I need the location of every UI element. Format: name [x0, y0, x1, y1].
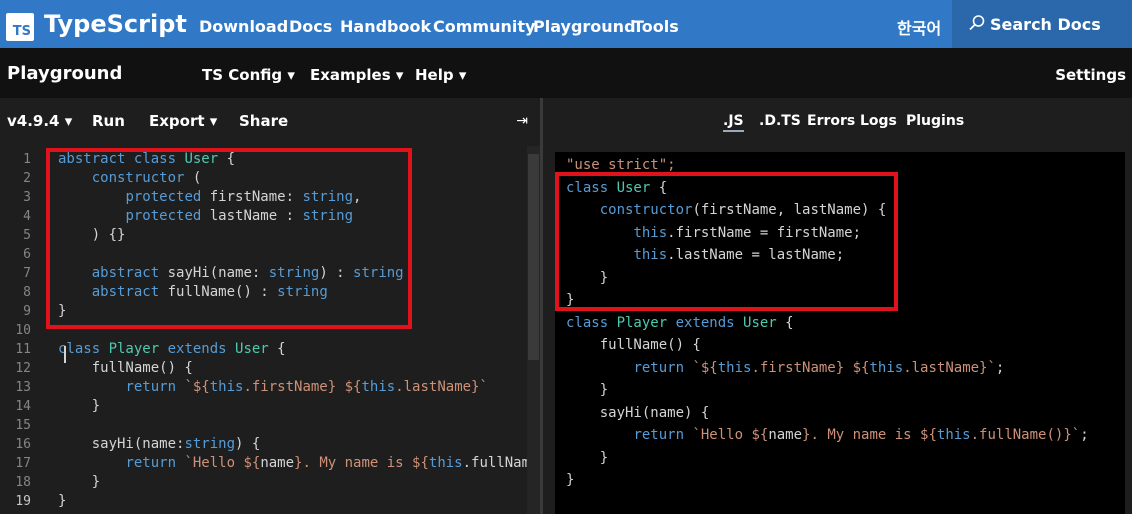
tab-logs[interactable]: Logs — [860, 113, 897, 129]
line-number: 18 — [15, 475, 31, 490]
editor-line-14: } — [58, 398, 101, 414]
line-number: 13 — [15, 380, 31, 395]
line-number: 15 — [15, 418, 31, 433]
nav-download[interactable]: Download — [199, 17, 288, 36]
tab-dts[interactable]: .D.TS — [759, 113, 801, 129]
examples-menu[interactable]: Examples ▾ — [310, 66, 403, 84]
line-number: 10 — [15, 323, 31, 338]
line-number: 12 — [15, 361, 31, 376]
playground-bar: Playground TS Config ▾ Examples ▾ Help ▾… — [0, 48, 1132, 98]
line-number: 1 — [23, 152, 31, 167]
editor-line-18: } — [58, 474, 101, 490]
line-number: 11 — [15, 342, 31, 357]
line-number: 16 — [15, 437, 31, 452]
search-label: Search Docs — [990, 15, 1101, 34]
editor-line-13: return `${this.firstName} ${this.lastNam… — [125, 379, 488, 395]
line-number: 9 — [23, 304, 31, 319]
line-number: 7 — [23, 266, 31, 281]
output-line-14: } — [566, 449, 609, 466]
tab-errors[interactable]: Errors — [807, 113, 855, 129]
output-tabs: .JS .D.TS Errors Logs Plugins — [543, 98, 1132, 146]
typescript-logo[interactable]: TS — [6, 13, 34, 41]
output-line-13: return `Hello ${name}. My name is ${this… — [633, 427, 1089, 443]
examples-label: Examples — [310, 66, 391, 84]
highlight-box-output — [555, 172, 898, 311]
line-number: 8 — [23, 285, 31, 300]
search-icon — [969, 15, 985, 31]
share-button[interactable]: Share — [239, 112, 288, 130]
chevron-down-icon: ▾ — [287, 66, 295, 84]
brand-name[interactable]: TypeScript — [44, 10, 187, 38]
line-number: 17 — [15, 456, 31, 471]
search-docs-button[interactable]: Search Docs — [952, 0, 1132, 48]
collapse-panel-icon[interactable]: ⇥ — [516, 112, 528, 129]
chevron-down-icon: ▾ — [395, 66, 404, 84]
nav-playground[interactable]: Playground — [533, 17, 636, 36]
highlight-box-editor — [46, 148, 412, 329]
output-line-15: } — [566, 472, 575, 488]
pane-splitter[interactable] — [540, 98, 543, 514]
output-line-8: class Player extends User { — [566, 314, 794, 331]
line-number-gutter: 1 2 3 4 5 6 7 8 9 10 11 12 13 14 15 16 17 18 19 — [0, 150, 40, 511]
line-number: 19 — [15, 494, 31, 509]
editor-line-16: sayHi(name:string) { — [58, 436, 261, 452]
editor-line-12: fullName() { — [58, 360, 193, 376]
tab-plugins[interactable]: Plugins — [906, 113, 964, 129]
chevron-down-icon: ▾ — [458, 66, 467, 84]
output-line-9: fullName() { — [566, 337, 701, 353]
line-number: 4 — [23, 209, 31, 224]
editor-line-19: } — [58, 493, 67, 509]
output-line-10: return `${this.firstName} ${this.lastNam… — [633, 359, 1005, 376]
nav-handbook[interactable]: Handbook — [340, 17, 431, 36]
top-nav: TS TypeScript Download Docs Handbook Com… — [0, 0, 1132, 48]
version-selector[interactable]: v4.9.4 ▾ — [7, 112, 72, 130]
text-cursor — [64, 346, 66, 363]
nav-tools[interactable]: Tools — [633, 17, 679, 36]
line-number: 3 — [23, 190, 31, 205]
editor-scrollbar-thumb[interactable] — [528, 154, 539, 360]
output-line-12: sayHi(name) { — [566, 404, 710, 421]
chevron-down-icon: ▾ — [209, 112, 218, 130]
language-selector[interactable]: 한국어 — [897, 15, 941, 39]
ts-config-label: TS Config — [202, 66, 283, 84]
line-number: 5 — [23, 228, 31, 243]
line-number: 6 — [23, 247, 31, 262]
line-number: 14 — [15, 399, 31, 414]
settings-button[interactable]: Settings — [1055, 66, 1126, 84]
chevron-down-icon: ▾ — [64, 112, 73, 130]
editor-line-15 — [58, 416, 528, 435]
tab-js[interactable]: .JS — [723, 113, 744, 132]
page-title: Playground — [7, 63, 123, 84]
run-button[interactable]: Run — [92, 112, 125, 130]
editor-line-17: return `Hello ${name}. My name is ${this… — [125, 455, 528, 471]
nav-docs[interactable]: Docs — [289, 17, 332, 36]
help-label: Help — [415, 66, 454, 84]
editor-line-11: class Player extends User { — [58, 341, 286, 357]
version-label: v4.9.4 — [7, 112, 60, 130]
export-menu[interactable]: Export ▾ — [149, 112, 217, 130]
output-line-11: } — [566, 382, 609, 398]
nav-community[interactable]: Community — [433, 17, 535, 36]
logo-text: TS — [12, 24, 31, 39]
help-menu[interactable]: Help ▾ — [415, 66, 466, 84]
export-label: Export — [149, 112, 205, 130]
line-number: 2 — [23, 171, 31, 186]
editor-toolbar: v4.9.4 ▾ Run Export ▾ Share ⇥ — [0, 98, 540, 146]
ts-config-menu[interactable]: TS Config ▾ — [202, 66, 295, 84]
